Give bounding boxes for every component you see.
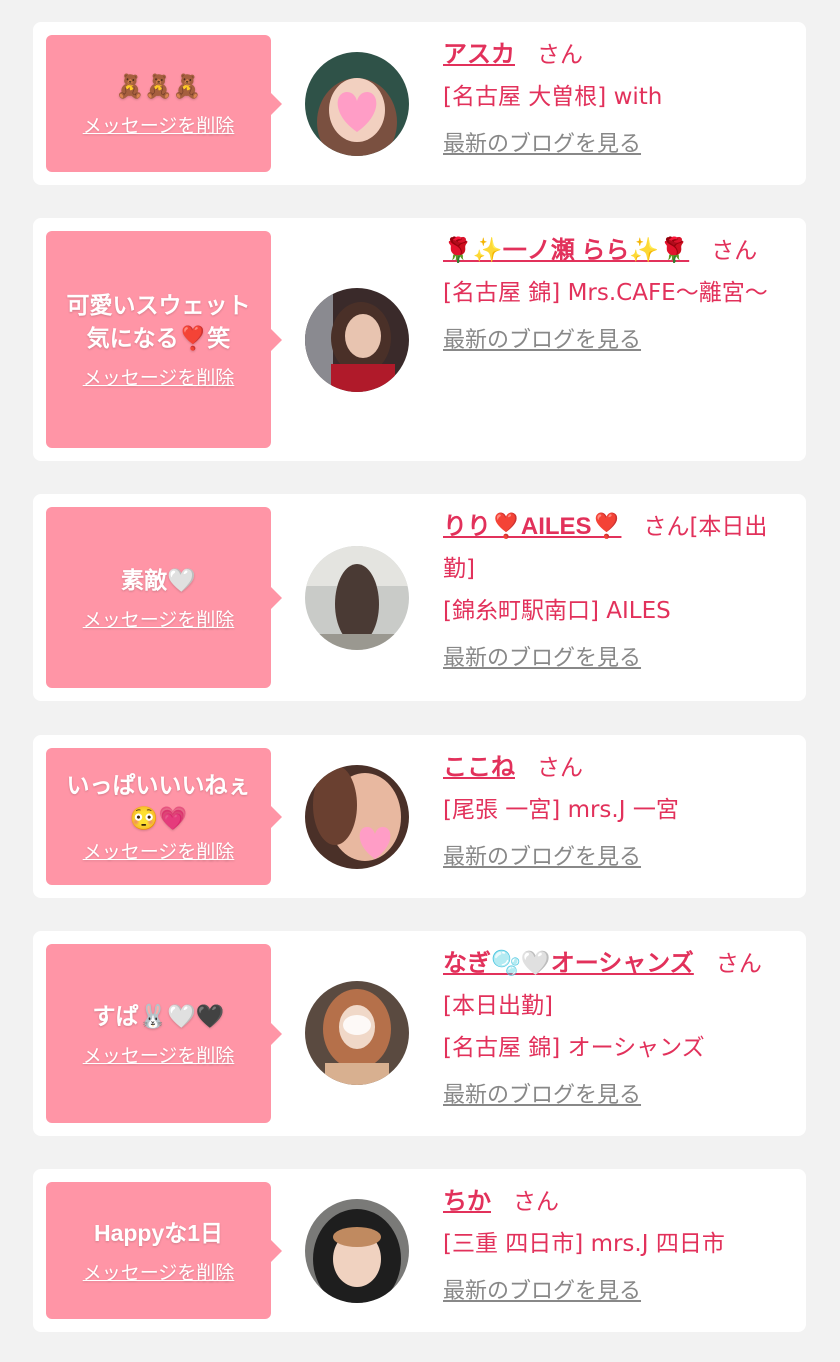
cast-name-link[interactable]: 🌹✨一ノ瀬 らら✨🌹 bbox=[443, 237, 689, 264]
shop-text: [尾張 一宮] mrs.J 一宮 bbox=[443, 797, 679, 823]
heart-sticker-avatar-icon bbox=[305, 52, 409, 156]
honorific: さん bbox=[513, 1189, 559, 1215]
profile-info: りり❣️AILES❣️ さん[本日出勤] [錦糸町駅南口] AILES 最新のブロ… bbox=[443, 506, 793, 676]
avatar[interactable] bbox=[305, 288, 409, 392]
message-card: 可愛いスウェット 気になる❣️笑 メッセージを削除 🌹✨一ノ瀬 らら✨🌹 さん [… bbox=[33, 218, 806, 461]
honorific: さん bbox=[537, 42, 583, 68]
heart-sticker-avatar-icon bbox=[305, 765, 409, 869]
message-card: すぱ🐰🤍🖤 メッセージを削除 なぎ🫧🤍オーシャンズ さん [本日出勤] [名古屋 錦… bbox=[33, 931, 806, 1136]
cast-name-link[interactable]: ここね bbox=[443, 754, 515, 781]
avatar[interactable] bbox=[305, 1199, 409, 1303]
cast-name-link[interactable]: ちか bbox=[443, 1188, 491, 1215]
profile-info: なぎ🫧🤍オーシャンズ さん [本日出勤] [名古屋 錦] オーシャンズ 最新のブログ… bbox=[443, 943, 793, 1113]
message-text: いっぱいいいねぇ 😳💗 bbox=[66, 772, 251, 831]
latest-blog-link[interactable]: 最新のブログを見る bbox=[443, 1275, 793, 1309]
message-card: 素敵🤍 メッセージを削除 りり❣️AILES❣️ さん[本日出勤] [錦糸町駅南口… bbox=[33, 494, 806, 701]
message-bubble: 素敵🤍 メッセージを削除 bbox=[46, 507, 282, 688]
message-card: Happyな1日 メッセージを削除 ちか さん [三重 四日市] mrs.J 四日… bbox=[33, 1169, 806, 1332]
cast-name-link[interactable]: なぎ🫧🤍オーシャンズ bbox=[443, 950, 694, 977]
shop-text: [名古屋 錦] オーシャンズ bbox=[443, 1035, 705, 1061]
delete-message-link[interactable]: メッセージを削除 bbox=[83, 363, 235, 390]
delete-message-link[interactable]: メッセージを削除 bbox=[83, 605, 235, 632]
avatar[interactable] bbox=[305, 546, 409, 650]
honorific: さん bbox=[643, 514, 690, 540]
honorific: さん bbox=[715, 951, 762, 977]
profile-info: 🌹✨一ノ瀬 らら✨🌹 さん [名古屋 錦] Mrs.CAFE～離宮～ 最新のブログ… bbox=[443, 230, 793, 358]
woman-avatar-icon bbox=[305, 288, 409, 392]
message-bubble: いっぱいいいねぇ 😳💗 メッセージを削除 bbox=[46, 748, 282, 885]
message-bubble: 可愛いスウェット 気になる❣️笑 メッセージを削除 bbox=[46, 231, 282, 448]
profile-info: ちか さん [三重 四日市] mrs.J 四日市 最新のブログを見る bbox=[443, 1181, 793, 1309]
message-text: Happyな1日 bbox=[93, 1219, 224, 1246]
delete-message-link[interactable]: メッセージを削除 bbox=[83, 837, 235, 864]
delete-message-link[interactable]: メッセージを削除 bbox=[83, 1258, 235, 1285]
message-card: いっぱいいいねぇ 😳💗 メッセージを削除 ここね さん [尾張 一宮] mrs.J… bbox=[33, 735, 806, 898]
message-text: 可愛いスウェット 気になる❣️笑 bbox=[66, 292, 251, 351]
hooded-woman-avatar-icon bbox=[305, 1199, 409, 1303]
woman-avatar-icon bbox=[305, 981, 409, 1085]
profile-info: ここね さん [尾張 一宮] mrs.J 一宮 最新のブログを見る bbox=[443, 747, 793, 875]
shop-text: [名古屋 錦] Mrs.CAFE～離宮～ bbox=[443, 280, 768, 306]
profile-info: アスカ さん [名古屋 大曽根] with 最新のブログを見る bbox=[443, 34, 793, 162]
honorific: さん bbox=[711, 238, 758, 264]
message-text: すぱ🐰🤍🖤 bbox=[92, 1002, 225, 1029]
shop-text: [名古屋 大曽根] with bbox=[443, 84, 663, 110]
latest-blog-link[interactable]: 最新のブログを見る bbox=[443, 642, 793, 676]
woman-back-avatar-icon bbox=[305, 546, 409, 650]
message-bubble: すぱ🐰🤍🖤 メッセージを削除 bbox=[46, 944, 282, 1123]
message-card: 🧸🧸🧸 メッセージを削除 アスカ さん [名古屋 大曽根] with 最新のブログ… bbox=[33, 22, 806, 185]
shop-text: [錦糸町駅南口] AILES bbox=[443, 598, 671, 624]
avatar[interactable] bbox=[305, 765, 409, 869]
honorific: さん bbox=[537, 755, 583, 781]
avatar[interactable] bbox=[305, 981, 409, 1085]
latest-blog-link[interactable]: 最新のブログを見る bbox=[443, 324, 793, 358]
message-bubble: 🧸🧸🧸 メッセージを削除 bbox=[46, 35, 282, 172]
avatar[interactable] bbox=[305, 52, 409, 156]
cast-name-link[interactable]: アスカ bbox=[443, 41, 515, 68]
delete-message-link[interactable]: メッセージを削除 bbox=[83, 111, 235, 138]
status-text: [本日出勤] bbox=[443, 993, 553, 1019]
cast-name-link[interactable]: りり❣️AILES❣️ bbox=[443, 513, 621, 540]
message-text: 素敵🤍 bbox=[121, 566, 196, 593]
delete-message-link[interactable]: メッセージを削除 bbox=[83, 1041, 235, 1068]
message-bubble: Happyな1日 メッセージを削除 bbox=[46, 1182, 282, 1319]
shop-text: [三重 四日市] mrs.J 四日市 bbox=[443, 1231, 725, 1257]
latest-blog-link[interactable]: 最新のブログを見る bbox=[443, 841, 793, 875]
latest-blog-link[interactable]: 最新のブログを見る bbox=[443, 1079, 793, 1113]
latest-blog-link[interactable]: 最新のブログを見る bbox=[443, 128, 793, 162]
message-text: 🧸🧸🧸 bbox=[115, 72, 202, 99]
